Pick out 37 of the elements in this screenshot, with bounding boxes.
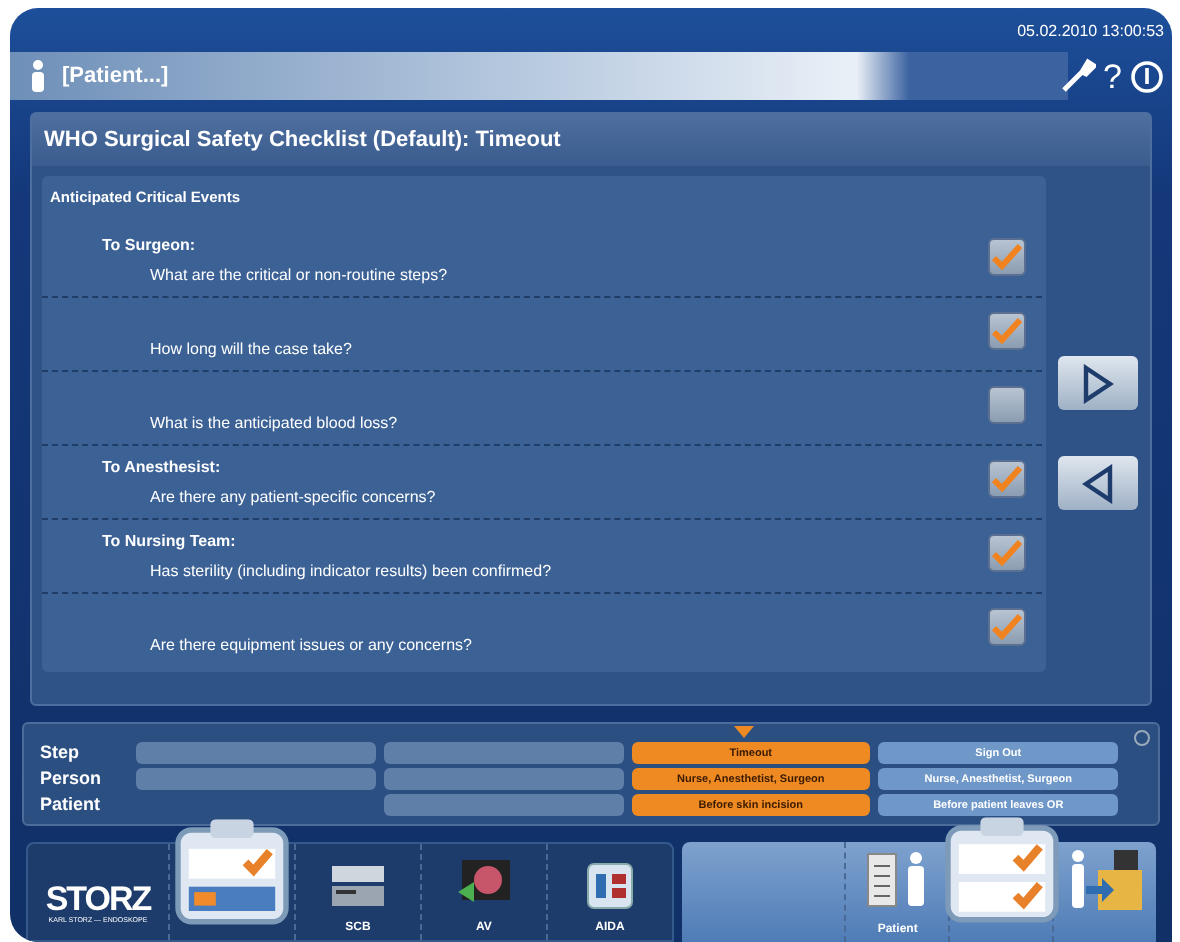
question-text: What are the critical or non-routine steps?: [148, 266, 448, 284]
checklist-icon[interactable]: [172, 819, 292, 928]
scroll-up-icon[interactable]: [1134, 730, 1150, 746]
step-cell[interactable]: [383, 794, 623, 816]
row-label: Person: [40, 768, 104, 790]
group-label: To Nursing Team:: [102, 532, 238, 550]
checkbox[interactable]: [988, 533, 1026, 571]
checkbox[interactable]: [988, 385, 1026, 423]
server-rack-icon[interactable]: [328, 860, 388, 912]
step-cell[interactable]: [383, 768, 623, 790]
info-icon[interactable]: [1130, 59, 1164, 93]
checkbox[interactable]: [988, 311, 1026, 349]
next-button[interactable]: [1058, 356, 1138, 410]
row-label: Step: [40, 742, 82, 764]
question-text: How long will the case take?: [148, 340, 352, 358]
current-step-marker: [733, 726, 754, 738]
brand-logo: STORZ: [45, 882, 151, 916]
group-label: To Surgeon:: [102, 236, 198, 254]
question-text: Are there any patient-specific concerns?: [148, 488, 436, 506]
checkbox[interactable]: [988, 237, 1026, 275]
help-icon[interactable]: ?: [1103, 59, 1122, 93]
checkbox[interactable]: [988, 459, 1026, 497]
question-text: Has sterility (including indicator results) been confirmed?: [148, 562, 552, 580]
settings-icon[interactable]: [1059, 58, 1096, 94]
step-cell[interactable]: [136, 768, 376, 790]
checklist-title: WHO Surgical Safety Checklist (Default): Timeout: [32, 114, 1150, 166]
person-icon: [30, 60, 46, 92]
checkbox[interactable]: [988, 607, 1026, 645]
question-text: What is the anticipated blood loss?: [148, 414, 398, 432]
group-label: To Anesthesist:: [102, 458, 223, 476]
back-button[interactable]: [1058, 456, 1138, 510]
checklist-icon[interactable]: [942, 817, 1061, 926]
row-label: Patient: [40, 794, 103, 816]
date-time: 05.02.2010 13:00:53: [1017, 21, 1164, 39]
step-cell[interactable]: [136, 742, 376, 764]
step-cell[interactable]: [383, 742, 623, 764]
question-text: Are there equipment issues or any concerns?: [148, 636, 472, 654]
